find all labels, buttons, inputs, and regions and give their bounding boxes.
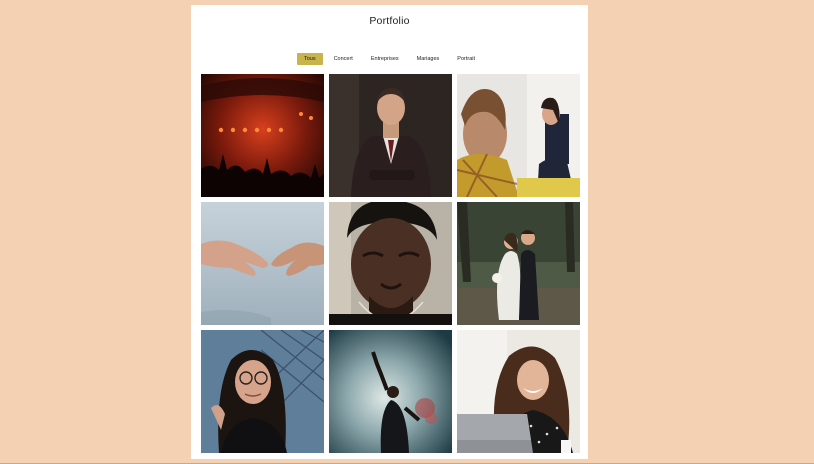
filter-entreprises[interactable]: Entreprises — [364, 53, 406, 65]
filter-portrait[interactable]: Portrait — [450, 53, 482, 65]
portfolio-page: Portfolio Tous Concert Entreprises Maria… — [191, 5, 588, 459]
man-closeup-portrait-photo[interactable] — [329, 202, 452, 325]
filter-concert[interactable]: Concert — [327, 53, 360, 65]
filter-tous[interactable]: Tous — [296, 53, 323, 65]
filter-mariages[interactable]: Mariages — [410, 53, 447, 65]
filter-bar: Tous Concert Entreprises Mariages Portra… — [191, 53, 588, 65]
businessman-portrait-photo[interactable] — [329, 74, 452, 197]
wedding-couple-photo[interactable] — [457, 202, 580, 325]
business-meeting-photo[interactable] — [457, 74, 580, 197]
page-title: Portfolio — [369, 15, 410, 27]
dancer-smoke-photo[interactable] — [329, 330, 452, 453]
portfolio-grid — [201, 74, 580, 453]
woman-glasses-portrait-photo[interactable] — [201, 330, 324, 453]
concert-crowd-photo[interactable] — [201, 74, 324, 197]
hands-reaching-photo[interactable] — [201, 202, 324, 325]
laughing-woman-laptop-photo[interactable] — [457, 330, 580, 453]
